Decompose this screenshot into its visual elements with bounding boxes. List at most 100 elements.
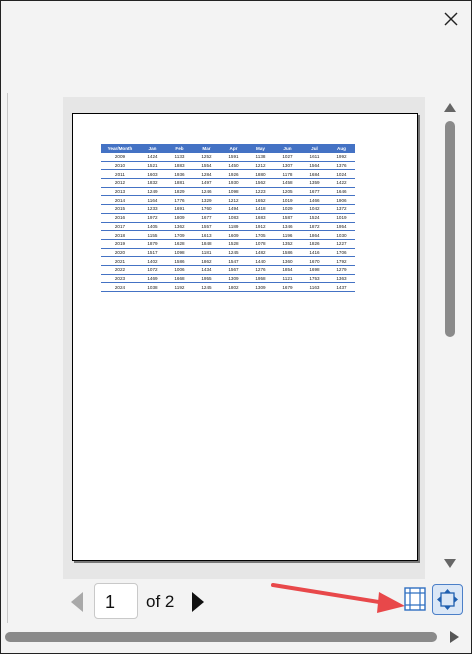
table-cell: 1027 [274, 153, 301, 162]
table-cell: 1879 [139, 239, 166, 249]
zoom-to-page-icon [437, 589, 458, 610]
table-cell: 1809 [166, 213, 193, 223]
table-cell: 2021 [101, 256, 139, 266]
table-cell: 1309 [247, 282, 274, 292]
table-cell: 1930 [220, 178, 247, 188]
table-cell: 2023 [101, 274, 139, 284]
table-cell: 1458 [274, 178, 301, 188]
table-cell: 2012 [101, 178, 139, 188]
close-icon[interactable] [441, 9, 461, 29]
table-cell: 1196 [274, 230, 301, 240]
scroll-right-icon[interactable] [450, 631, 459, 643]
table-cell: 1360 [274, 256, 301, 266]
table-cell: 1554 [193, 161, 220, 171]
table-cell: 1019 [328, 213, 355, 223]
table-cell: 1246 [193, 187, 220, 197]
table-cell: 1677 [193, 213, 220, 223]
table-cell: 1802 [220, 282, 247, 292]
table-row: 2021 1402 1586 1862 1547 1440 1360 1670 1792 [101, 256, 355, 266]
table-row: 2022 1072 1006 1434 1567 1276 1854 1698 1279 [101, 265, 355, 275]
show-margins-icon[interactable] [403, 586, 427, 612]
column-header: Jan [139, 144, 166, 153]
print-preview-pane: Year/Month Jan Feb Mar Apr May Jun Jul Aug 2009 1… [0, 0, 472, 654]
page-number-input[interactable]: 1 [94, 583, 138, 619]
table-cell: 1212 [220, 195, 247, 206]
table-cell: 1547 [220, 256, 247, 266]
table-cell: 1603 [139, 169, 166, 180]
column-header: Jun [274, 144, 301, 153]
table-cell: 1083 [220, 213, 247, 223]
table-cell: 1072 [139, 265, 166, 275]
table-cell: 1848 [193, 239, 220, 249]
table-cell: 1562 [247, 178, 274, 188]
preview-page: Year/Month Jan Feb Mar Apr May Jun Jul Aug 2009 1… [72, 113, 418, 561]
table-cell: 1307 [274, 161, 301, 171]
page-count-label: of 2 [146, 592, 175, 611]
table-cell: 1424 [139, 153, 166, 162]
table-row: 2020 1517 1098 1181 1245 1482 1586 1416 1706 [101, 248, 355, 258]
table-row: 2019 1879 1628 1848 1528 1078 1352 1826 1227 [101, 239, 355, 249]
table-cell: 1121 [274, 274, 301, 284]
scroll-up-icon[interactable] [444, 103, 456, 112]
table-cell: 2019 [101, 239, 139, 249]
table-cell: 1760 [193, 204, 220, 214]
table-cell: 1245 [220, 248, 247, 258]
table-row: 2009 1424 1133 1252 1591 1138 1027 1611 1992 [101, 153, 355, 162]
table-cell: 1668 [166, 274, 193, 284]
table-cell: 2017 [101, 222, 139, 232]
table-cell: 2015 [101, 204, 139, 214]
table-cell: 1586 [274, 248, 301, 258]
table-cell: 1024 [328, 169, 355, 180]
table-cell: 1362 [166, 222, 193, 232]
next-page-icon[interactable] [192, 592, 204, 612]
table-cell: 2020 [101, 248, 139, 258]
table-row: 2018 1155 1709 1613 1609 1705 1196 1864 1030 [101, 230, 355, 240]
column-header: Year/Month [101, 144, 139, 153]
table-cell: 1163 [301, 282, 328, 292]
table-cell: 1611 [301, 153, 328, 162]
vertical-scrollbar[interactable] [439, 99, 461, 573]
zoom-to-page-button[interactable] [432, 584, 463, 615]
table-cell: 1854 [274, 265, 301, 275]
horizontal-scrollbar[interactable] [5, 630, 461, 644]
table-row: 2013 1249 1829 1246 1098 1223 1205 1677 1646 [101, 187, 355, 197]
table-cell: 1524 [301, 213, 328, 223]
table-cell: 2014 [101, 195, 139, 206]
table-cell: 1926 [220, 169, 247, 180]
table-cell: 1684 [301, 169, 328, 180]
vertical-scroll-thumb[interactable] [445, 121, 455, 337]
table-cell: 2018 [101, 230, 139, 240]
table-row: 2010 1521 1883 1554 1450 1212 1307 1564 1376 [101, 161, 355, 171]
table-cell: 1178 [274, 169, 301, 180]
table-cell: 1192 [166, 282, 193, 292]
previous-page-icon[interactable] [71, 592, 83, 612]
table-cell: 1416 [301, 248, 328, 258]
table-cell: 1955 [193, 274, 220, 284]
pane-divider [7, 93, 8, 623]
table-cell: 1233 [139, 204, 166, 214]
table-cell: 1792 [328, 256, 355, 266]
table-cell: 1587 [274, 213, 301, 223]
table-row: 2012 1832 1881 1497 1930 1562 1458 1359 1422 [101, 178, 355, 188]
table-cell: 1227 [328, 239, 355, 249]
table-cell: 1098 [220, 187, 247, 197]
table-cell: 1133 [166, 153, 193, 162]
table-cell: 1276 [247, 265, 274, 275]
horizontal-scroll-thumb[interactable] [5, 632, 437, 642]
table-cell: 1628 [166, 239, 193, 249]
table-row: 2024 1038 1192 1245 1802 1309 1679 1163 1437 [101, 282, 355, 292]
table-cell: 1517 [139, 248, 166, 258]
table-cell: 1329 [193, 195, 220, 206]
table-cell: 1309 [220, 274, 247, 284]
table-cell: 1683 [247, 213, 274, 223]
table-cell: 1829 [166, 187, 193, 197]
table-cell: 1450 [220, 161, 247, 171]
scroll-down-icon[interactable] [444, 559, 456, 568]
table-cell: 1936 [166, 169, 193, 180]
column-header: Feb [166, 144, 193, 153]
table-cell: 1482 [247, 248, 274, 258]
table-cell: 1564 [301, 161, 328, 171]
table-cell: 1363 [328, 274, 355, 284]
table-cell: 1864 [301, 230, 328, 240]
column-header: Mar [193, 144, 220, 153]
